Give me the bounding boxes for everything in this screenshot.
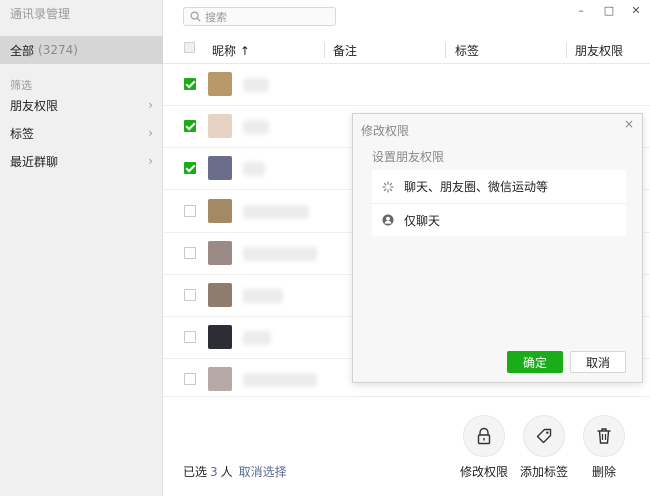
dialog-title: 修改权限 [361,124,410,138]
selected-prefix: 已选 [183,465,208,479]
column-divider [324,42,325,58]
modify-permission-label: 修改权限 [459,465,508,479]
sidebar-item-all-label: 全部 [10,43,35,58]
blurred-nickname [243,162,265,177]
filter-heading: 筛选 [10,79,32,92]
sidebar-item-tags[interactable]: 标签 › [0,120,163,146]
add-tag-circle[interactable] [523,415,565,457]
maximize-button[interactable]: □ [602,4,616,17]
sidebar: 通讯录管理 全部 (3274) 筛选 朋友权限 › 标签 › 最近群聊 › [0,0,163,496]
row-checkbox[interactable] [184,120,196,133]
confirm-button[interactable]: 确定 [507,351,563,373]
sidebar-item-all-count: (3274) [38,43,78,57]
avatar [208,283,232,307]
sidebar-item-label: 朋友权限 [10,98,59,113]
column-tags[interactable]: 标签 [455,42,479,59]
sidebar-item-friend-permission[interactable]: 朋友权限 › [0,92,163,118]
loading-icon [380,180,396,193]
modify-permission-circle[interactable] [463,415,505,457]
modify-permission-button[interactable]: 修改权限 [454,415,514,480]
option-chat-moments-werun[interactable]: 聊天、朋友圈、微信运动等 [372,170,626,203]
selected-suffix: 人 [220,465,233,479]
cancel-selection-link[interactable]: 取消选择 [239,465,287,479]
lock-icon [477,427,491,445]
option-label: 聊天、朋友圈、微信运动等 [404,180,549,194]
row-checkbox[interactable] [184,78,196,90]
minimize-button[interactable]: – [574,4,588,17]
chevron-right-icon: › [148,126,153,140]
option-chat-only[interactable]: 仅聊天 [372,203,626,236]
delete-circle[interactable] [583,415,625,457]
option-label: 仅聊天 [404,213,441,228]
avatar [208,240,232,265]
avatar [208,114,232,139]
column-divider [566,42,567,58]
sidebar-item-all[interactable]: 全部 (3274) [0,36,163,64]
permission-options: 聊天、朋友圈、微信运动等 仅聊天 [372,170,626,236]
dialog-subtitle: 设置朋友权限 [372,150,445,164]
modify-permission-dialog: 修改权限 × 设置朋友权限 聊天、朋友圈、微信运动等 仅聊天 确定 取消 [352,113,643,383]
trash-icon [597,428,611,444]
avatar [208,198,232,223]
cancel-button[interactable]: 取消 [570,351,626,373]
chevron-right-icon: › [148,98,153,112]
tag-icon [536,428,552,444]
column-friend-permission[interactable]: 朋友权限 [575,42,623,59]
sidebar-item-recent-groups[interactable]: 最近群聊 › [0,148,163,174]
selection-info: 已选 3 人取消选择 [183,463,287,480]
blurred-nickname [243,120,269,135]
blurred-nickname [243,373,317,388]
close-window-button[interactable]: ✕ [629,4,643,17]
row-checkbox[interactable] [184,331,196,344]
blurred-nickname [243,78,269,92]
delete-label: 删除 [591,465,616,479]
blurred-nickname [243,204,309,219]
blurred-nickname [243,289,283,303]
row-checkbox[interactable] [184,162,196,175]
column-nickname[interactable]: 昵称 ↑ [212,42,250,59]
sidebar-item-label: 最近群聊 [10,154,59,169]
column-remark[interactable]: 备注 [333,42,357,59]
add-tag-button[interactable]: 添加标签 [514,415,574,480]
add-tag-label: 添加标签 [519,465,568,479]
blurred-nickname [243,331,271,346]
row-checkbox[interactable] [184,204,196,217]
row-checkbox[interactable] [184,373,196,386]
blurred-nickname [243,246,317,261]
table-row[interactable] [163,64,650,106]
app-title: 通讯录管理 [10,7,71,21]
sidebar-item-label: 标签 [10,126,35,141]
selected-count: 3 [210,465,218,479]
footer-bar: 已选 3 人取消选择 修改权限 添加标签 删除 [163,396,650,496]
user-icon [380,214,396,226]
avatar [208,325,232,350]
search-input[interactable]: 搜索 [183,7,336,26]
avatar [208,156,232,181]
row-checkbox[interactable] [184,246,196,259]
row-checkbox[interactable] [184,289,196,301]
delete-button[interactable]: 删除 [574,415,634,480]
search-placeholder: 搜索 [205,10,227,24]
column-divider [445,42,446,58]
chevron-right-icon: › [148,154,153,168]
dialog-close-button[interactable]: × [624,117,634,131]
table-header: 昵称 ↑ 备注 标签 朋友权限 [163,36,650,64]
search-icon [190,11,201,22]
avatar [208,72,232,96]
avatar [208,367,232,392]
